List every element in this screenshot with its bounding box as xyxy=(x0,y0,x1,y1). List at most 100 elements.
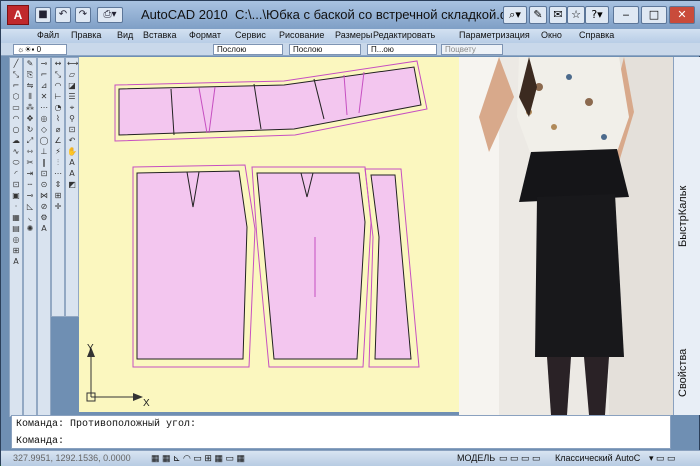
layer-icon[interactable]: ◩ xyxy=(67,180,77,189)
dim-aligned-icon[interactable]: ⤡ xyxy=(53,70,63,79)
plot-icon[interactable]: ⎙▾ xyxy=(97,7,123,23)
workspace-switch[interactable]: Классический AutoC xyxy=(555,453,640,463)
drafting-buttons[interactable]: ▦ ▦ ⊾ ◠ ▭ ⊞ ▦ ▭ ▦ xyxy=(151,453,245,464)
scale-tool-icon[interactable]: ⤢ xyxy=(25,136,35,145)
redo-icon[interactable]: ↷ xyxy=(75,7,91,23)
menu-file[interactable]: Файл xyxy=(37,30,59,40)
arc-tool-icon[interactable]: ◠ xyxy=(11,114,21,123)
tools-icon[interactable]: ✎ xyxy=(529,6,547,24)
maximize-button[interactable]: □ xyxy=(641,6,667,24)
circle-tool-icon[interactable]: ○ xyxy=(11,125,21,134)
line-tool-icon[interactable]: ╱ xyxy=(11,59,21,68)
offset-tool-icon[interactable]: ⫴ xyxy=(25,92,35,101)
binoculars-icon[interactable]: ⌕▾ xyxy=(503,6,527,24)
point-tool-icon[interactable]: · xyxy=(11,202,21,211)
dim-jogged-icon[interactable]: ⌇ xyxy=(53,114,63,123)
dim-quick-icon[interactable]: ⚡ xyxy=(53,147,63,156)
dim-baseline-icon[interactable]: ⫶ xyxy=(53,158,63,167)
dim-space-icon[interactable]: ⇕ xyxy=(53,180,63,189)
list-icon[interactable]: ☰ xyxy=(67,92,77,101)
snap-insert-icon[interactable]: ⊡ xyxy=(39,169,49,178)
favorites-star-icon[interactable]: ☆ xyxy=(567,6,585,24)
region-tool-icon[interactable]: ◎ xyxy=(11,235,21,244)
layer-control[interactable]: ☼☀▪ 0 xyxy=(13,44,67,55)
dim-diameter-icon[interactable]: ⌀ xyxy=(53,125,63,134)
pan-icon[interactable]: ✋ xyxy=(67,147,77,156)
chamfer-tool-icon[interactable]: ◺ xyxy=(25,202,35,211)
dim-arc-icon[interactable]: ◠ xyxy=(53,81,63,90)
minimize-button[interactable]: ‒ xyxy=(613,6,639,24)
trim-tool-icon[interactable]: ✂ xyxy=(25,158,35,167)
snap-nearest-icon[interactable]: ⋈ xyxy=(39,191,49,200)
snap-extension-icon[interactable]: ⋯ xyxy=(39,103,49,112)
snap-parallel-icon[interactable]: ∥ xyxy=(39,158,49,167)
extend-tool-icon[interactable]: ⇥ xyxy=(25,169,35,178)
close-button[interactable]: ✕ xyxy=(669,6,695,24)
layout-buttons[interactable]: ▭ ▭ ▭ ▭ xyxy=(499,453,541,464)
snap-intersection-icon[interactable]: ✕ xyxy=(39,92,49,101)
communication-icon[interactable]: ✉ xyxy=(549,6,567,24)
polyline-tool-icon[interactable]: ⌐ xyxy=(11,81,21,90)
lineweight-control[interactable]: П...ою xyxy=(367,44,437,55)
snap-center-icon[interactable]: ◎ xyxy=(39,114,49,123)
hatch-tool-icon[interactable]: ▦ xyxy=(11,213,21,222)
copy-tool-icon[interactable]: ⎘ xyxy=(25,70,35,79)
stretch-tool-icon[interactable]: ⇿ xyxy=(25,147,35,156)
snap-node-icon[interactable]: ⊙ xyxy=(39,180,49,189)
rotate-tool-icon[interactable]: ↻ xyxy=(25,125,35,134)
menu-window[interactable]: Окно xyxy=(541,30,562,40)
dim-radius-icon[interactable]: ◔ xyxy=(53,103,63,112)
menu-edit[interactable]: Правка xyxy=(71,30,101,40)
menu-dimension[interactable]: Размеры xyxy=(335,30,372,40)
mirror-tool-icon[interactable]: ⇋ xyxy=(25,81,35,90)
command-window[interactable]: Команда: Противоположный угол: Команда: xyxy=(11,415,671,449)
gradient-tool-icon[interactable]: ▤ xyxy=(11,224,21,233)
menu-help[interactable]: Справка xyxy=(579,30,614,40)
polygon-tool-icon[interactable]: ⬡ xyxy=(11,92,21,101)
locate-point-icon[interactable]: ⌖ xyxy=(67,103,77,112)
join-tool-icon[interactable]: ⊸ xyxy=(25,191,35,200)
cloud-tool-icon[interactable]: ☁ xyxy=(11,136,21,145)
menu-modify[interactable]: Редактировать xyxy=(373,30,435,40)
drawing-area[interactable]: Y X xyxy=(79,57,459,412)
ellipse-tool-icon[interactable]: ⬭ xyxy=(11,158,21,167)
linetype-control[interactable]: Послою xyxy=(289,44,361,55)
zoom-realtime-icon[interactable]: ⚲ xyxy=(67,114,77,123)
undo-icon[interactable]: ↶ xyxy=(55,7,71,23)
insert-block-icon[interactable]: ⊡ xyxy=(11,180,21,189)
menu-parametric[interactable]: Параметризация xyxy=(459,30,530,40)
snap-quadrant-icon[interactable]: ◇ xyxy=(39,125,49,134)
distance-icon[interactable]: ⟷ xyxy=(67,59,78,68)
text-style-icon[interactable]: A xyxy=(39,224,49,233)
zoom-window-icon[interactable]: ⊡ xyxy=(67,125,77,134)
text-icon[interactable]: A xyxy=(67,158,77,167)
rectangle-tool-icon[interactable]: ▭ xyxy=(11,103,21,112)
mtext-tool-icon[interactable]: A xyxy=(11,257,21,266)
tolerance-icon[interactable]: ⊞ xyxy=(53,191,63,200)
region-mass-icon[interactable]: ◪ xyxy=(67,81,77,90)
area-icon[interactable]: ▱ xyxy=(67,70,77,79)
snap-none-icon[interactable]: ⊘ xyxy=(39,202,49,211)
help-icon[interactable]: ?▾ xyxy=(585,6,609,24)
table-tool-icon[interactable]: ⊞ xyxy=(11,246,21,255)
xline-tool-icon[interactable]: ⤡ xyxy=(11,70,21,79)
erase-tool-icon[interactable]: ✎ xyxy=(25,59,35,68)
tray-icons[interactable]: ▾ ▭ ▭ xyxy=(649,453,676,464)
quickcalc-tab[interactable]: БыстрКальк xyxy=(677,127,697,247)
spline-tool-icon[interactable]: ∿ xyxy=(11,147,21,156)
save-icon[interactable]: ■ xyxy=(35,7,51,23)
autocad-logo-icon[interactable]: A xyxy=(7,5,29,25)
menu-insert[interactable]: Вставка xyxy=(143,30,176,40)
break-tool-icon[interactable]: ╌ xyxy=(25,180,35,189)
zoom-previous-icon[interactable]: ↶ xyxy=(67,136,77,145)
snap-endpoint-icon[interactable]: ⌐ xyxy=(39,70,49,79)
dim-linear-icon[interactable]: ↔ xyxy=(53,59,63,68)
menu-view[interactable]: Вид xyxy=(117,30,133,40)
make-block-icon[interactable]: ▣ xyxy=(11,191,21,200)
fillet-tool-icon[interactable]: ◟ xyxy=(25,213,35,222)
properties-tab[interactable]: Свойства xyxy=(677,317,697,397)
ellipse-arc-tool-icon[interactable]: ◜ xyxy=(11,169,21,178)
snap-tangent-icon[interactable]: ◯ xyxy=(39,136,49,145)
dim-ordinate-icon[interactable]: ⊢ xyxy=(53,92,63,101)
model-space-button[interactable]: МОДЕЛЬ xyxy=(457,453,495,463)
